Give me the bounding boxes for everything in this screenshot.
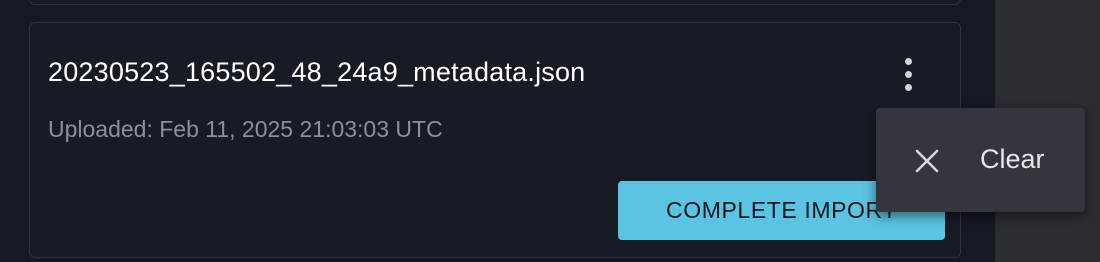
close-icon [915, 149, 939, 173]
previous-file-card [29, 0, 961, 5]
context-menu: Clear [876, 108, 1085, 212]
file-card: 20230523_165502_48_24a9_metadata.json Up… [29, 22, 961, 258]
file-name: 20230523_165502_48_24a9_metadata.json [48, 57, 586, 87]
menu-item-clear[interactable]: Clear [876, 122, 1085, 198]
menu-item-label: Clear [980, 144, 1045, 174]
upload-timestamp: Uploaded: Feb 11, 2025 21:03:03 UTC [48, 116, 443, 142]
import-screen: 20230523_165502_48_24a9_metadata.json Up… [0, 0, 1100, 262]
more-options-button[interactable] [894, 55, 924, 95]
